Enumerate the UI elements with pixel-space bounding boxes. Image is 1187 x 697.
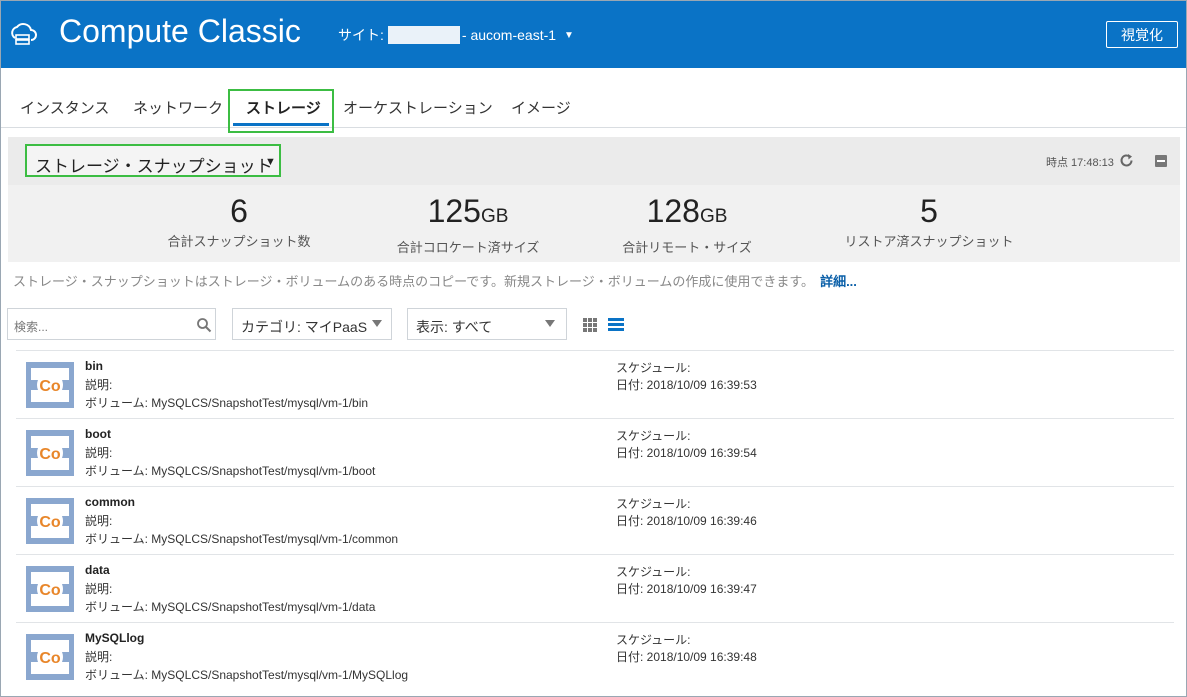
snapshot-description: 説明: — [85, 446, 113, 460]
snapshot-volume: ボリューム: MySQLCS/SnapshotTest/mysql/vm-1/c… — [85, 532, 399, 546]
snapshot-schedule: スケジュール: — [616, 429, 691, 443]
tab-storage[interactable]: ストレージ — [246, 97, 321, 118]
snapshot-name[interactable]: common — [85, 495, 135, 509]
app-title: Compute Classic — [59, 13, 301, 49]
site-region: - aucom-east-1 — [461, 27, 557, 43]
tab-orchestration[interactable]: オーケストレーション — [343, 97, 493, 118]
snapshot-schedule: スケジュール: — [616, 633, 691, 647]
app-window: Compute Classic サイト: - aucom-east-1 ▼ 視覚… — [0, 0, 1187, 697]
icon-text: Co — [39, 378, 61, 395]
snapshot-date: 日付: 2018/10/09 16:39:47 — [616, 582, 757, 596]
site-prefix: サイト: — [338, 27, 384, 43]
collapse-icon[interactable] — [1155, 155, 1167, 167]
metric-value: 6 — [230, 193, 248, 229]
icon-text: Co — [39, 446, 61, 463]
description-text: ストレージ・スナップショットはストレージ・ボリュームのある時点のコピーです。新規… — [13, 274, 815, 289]
page-description: ストレージ・スナップショットはストレージ・ボリュームのある時点のコピーです。新規… — [13, 271, 857, 290]
site-redacted-value — [387, 26, 460, 44]
metric-value: 125 — [427, 193, 481, 229]
snapshot-name[interactable]: boot — [85, 427, 111, 441]
category-value: カテゴリ: マイPaaS — [241, 319, 368, 335]
metric-label: 合計スナップショット数 — [167, 234, 311, 249]
snapshot-name[interactable]: MySQLlog — [85, 631, 144, 645]
snapshot-volume: ボリューム: MySQLCS/SnapshotTest/mysql/vm-1/d… — [85, 600, 376, 614]
snapshot-name[interactable]: bin — [85, 359, 103, 373]
snapshot-schedule: スケジュール: — [616, 497, 691, 511]
tab-images[interactable]: イメージ — [511, 97, 571, 118]
chevron-down-icon: ▼ — [564, 29, 574, 41]
metric-value: 5 — [920, 193, 938, 229]
snapshot-description: 説明: — [85, 650, 113, 664]
snapshot-date: 日付: 2018/10/09 16:39:53 — [616, 378, 757, 392]
icon-text: Co — [39, 650, 61, 667]
metric-restored-snapshots: 5 リストア済スナップショット — [834, 195, 1024, 250]
metric-label: 合計リモート・サイズ — [622, 240, 752, 255]
snapshot-schedule: スケジュール: — [616, 361, 691, 375]
snapshot-icon: Co — [26, 430, 74, 476]
more-link[interactable]: 詳細... — [820, 274, 857, 289]
tab-network[interactable]: ネットワーク — [133, 97, 223, 118]
visualize-button[interactable]: 視覚化 — [1106, 21, 1178, 48]
snapshot-volume: ボリューム: MySQLCS/SnapshotTest/mysql/vm-1/b… — [85, 464, 376, 478]
summary-panel: ストレージ・スナップショット ▼ 時点 17:48:13 6 合計スナップショッ… — [8, 137, 1180, 262]
snapshot-icon: Co — [26, 498, 74, 544]
caret-down-icon: ▼ — [265, 156, 276, 168]
display-filter[interactable]: 表示: すべて — [407, 308, 567, 340]
icon-text: Co — [39, 582, 61, 599]
refresh-icon[interactable] — [1118, 152, 1135, 169]
metric-label: リストア済スナップショット — [844, 234, 1014, 249]
snapshot-icon: Co — [26, 634, 74, 680]
category-filter[interactable]: カテゴリ: マイPaaS — [232, 308, 392, 340]
list-item[interactable]: Co MySQLlog 説明: ボリューム: MySQLCS/SnapshotT… — [16, 622, 1174, 690]
tab-bar: インスタンス ネットワーク ストレージ オーケストレーション イメージ — [1, 68, 1186, 133]
metric-label: 合計コロケート済サイズ — [396, 240, 540, 255]
resource-type-label: ストレージ・スナップショット — [35, 157, 273, 176]
metric-value: 128 — [646, 193, 700, 229]
snapshot-volume: ボリューム: MySQLCS/SnapshotTest/mysql/vm-1/b… — [85, 396, 369, 410]
metric-unit: GB — [480, 206, 509, 227]
list-item[interactable]: Co bin 説明: ボリューム: MySQLCS/SnapshotTest/m… — [16, 350, 1174, 418]
snapshot-description: 説明: — [85, 514, 113, 528]
search-icon[interactable] — [196, 317, 212, 333]
refresh-timestamp: 時点 17:48:13 — [1046, 157, 1114, 169]
list-item[interactable]: Co data 説明: ボリューム: MySQLCS/SnapshotTest/… — [16, 554, 1174, 622]
snapshot-volume: ボリューム: MySQLCS/SnapshotTest/mysql/vm-1/M… — [85, 668, 409, 682]
panel-toolbar: ストレージ・スナップショット ▼ 時点 17:48:13 — [8, 137, 1180, 185]
display-value: 表示: すべて — [416, 319, 493, 335]
active-tab-indicator — [233, 123, 329, 126]
chevron-down-icon — [545, 320, 555, 327]
tab-instances[interactable]: インスタンス — [20, 97, 109, 118]
snapshot-name[interactable]: data — [85, 563, 110, 577]
resource-type-dropdown[interactable]: ストレージ・スナップショット ▼ — [25, 144, 281, 177]
cloud-server-icon — [11, 23, 37, 45]
snapshot-icon: Co — [26, 566, 74, 612]
search-input[interactable]: 検索... — [7, 308, 216, 340]
snapshot-date: 日付: 2018/10/09 16:39:46 — [616, 514, 757, 528]
list-item[interactable]: Co boot 説明: ボリューム: MySQLCS/SnapshotTest/… — [16, 418, 1174, 486]
snapshot-icon: Co — [26, 362, 74, 408]
icon-text: Co — [39, 514, 61, 531]
snapshot-schedule: スケジュール: — [616, 565, 691, 579]
metric-total-snapshots: 6 合計スナップショット数 — [160, 195, 318, 250]
chevron-down-icon — [372, 320, 382, 327]
snapshot-description: 説明: — [85, 582, 113, 596]
metric-unit: GB — [699, 206, 728, 227]
list-view-icon[interactable] — [608, 318, 624, 332]
list-item[interactable]: Co common 説明: ボリューム: MySQLCS/SnapshotTes… — [16, 486, 1174, 554]
site-selector[interactable]: サイト: - aucom-east-1 ▼ — [338, 25, 574, 45]
metric-colocated-size: 125GB 合計コロケート済サイズ — [388, 195, 548, 256]
snapshot-date: 日付: 2018/10/09 16:39:54 — [616, 446, 757, 460]
search-placeholder: 検索... — [14, 320, 49, 334]
grid-view-icon[interactable] — [583, 318, 597, 332]
header-bar: Compute Classic サイト: - aucom-east-1 ▼ 視覚… — [1, 1, 1186, 68]
snapshot-description: 説明: — [85, 378, 113, 392]
snapshot-date: 日付: 2018/10/09 16:39:48 — [616, 650, 757, 664]
metric-remote-size: 128GB 合計リモート・サイズ — [612, 195, 762, 256]
